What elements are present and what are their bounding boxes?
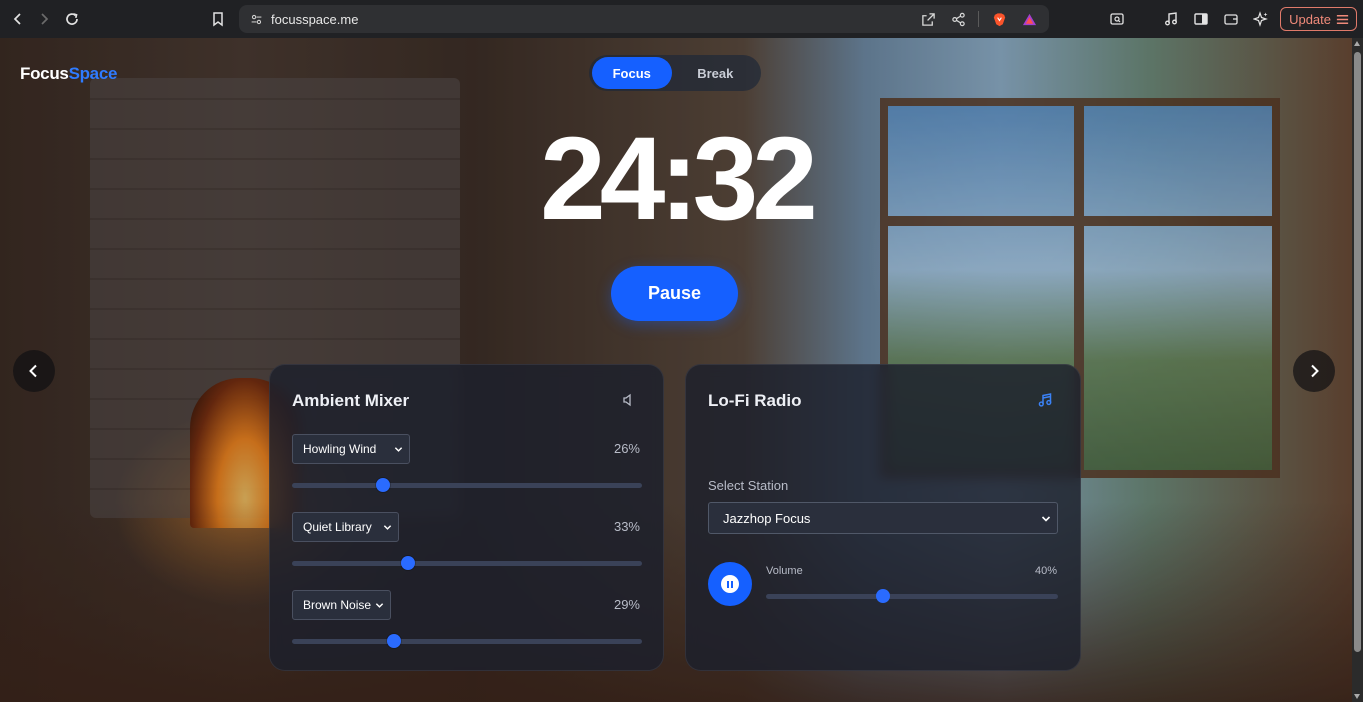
pause-button[interactable]: Pause — [611, 266, 738, 321]
brave-rewards-button[interactable] — [1019, 9, 1039, 29]
focus-mode-button[interactable]: Focus — [592, 57, 672, 89]
back-button[interactable] — [5, 6, 31, 32]
previous-scene-button[interactable] — [13, 350, 55, 392]
chevron-right-icon — [1311, 364, 1319, 378]
open-external-button[interactable] — [918, 9, 938, 29]
site-settings-icon[interactable] — [249, 12, 263, 26]
ambient-mixer-card: Ambient Mixer Howling Wind 26% Quiet Lib… — [269, 364, 664, 671]
channel-1-volume-value: 26% — [613, 441, 640, 456]
url-text: focusspace.me — [271, 11, 359, 27]
chevron-left-icon — [29, 364, 37, 378]
sound-select-2[interactable]: Quiet Library — [292, 512, 399, 542]
reload-button[interactable] — [59, 6, 85, 32]
mute-ambient-button[interactable] — [619, 391, 637, 409]
hamburger-menu-icon — [1336, 14, 1349, 24]
chevron-down-icon — [375, 603, 384, 608]
sidebar-icon — [1194, 13, 1208, 25]
share-icon — [951, 12, 965, 26]
channel-2-slider-thumb[interactable] — [400, 556, 415, 570]
sound-select-1-value: Howling Wind — [303, 442, 377, 456]
radio-volume-slider-thumb[interactable] — [875, 589, 890, 603]
share-button[interactable] — [948, 9, 968, 29]
lofi-radio-card: Lo-Fi Radio Select Station Jazzhop Focus… — [685, 364, 1081, 671]
timer-display: 24:32 — [540, 113, 818, 245]
brave-lion-icon — [993, 12, 1005, 26]
external-link-icon — [921, 12, 935, 26]
url-divider — [978, 11, 979, 27]
radio-volume-label: Volume — [766, 565, 803, 577]
speaker-icon — [623, 393, 631, 407]
logo-text-focus: Focus — [20, 64, 69, 83]
next-scene-button[interactable] — [1293, 350, 1335, 392]
media-button[interactable] — [1160, 8, 1182, 30]
address-bar[interactable]: focusspace.me — [239, 5, 1049, 33]
radio-music-indicator — [1036, 391, 1054, 409]
wallet-icon — [1224, 14, 1238, 25]
forward-button[interactable] — [31, 6, 57, 32]
ambient-mixer-title: Ambient Mixer — [292, 391, 410, 410]
sparkle-icon — [1253, 11, 1268, 27]
scroll-up-arrow-icon[interactable] — [1354, 41, 1360, 46]
radio-pause-button[interactable] — [708, 562, 752, 606]
chevron-down-icon — [1041, 516, 1051, 522]
leo-ai-button[interactable] — [1250, 8, 1272, 30]
channel-3-slider-thumb[interactable] — [386, 634, 401, 648]
scroll-down-arrow-icon[interactable] — [1354, 694, 1360, 699]
update-menu-button[interactable]: Update — [1280, 7, 1357, 31]
sound-select-2-value: Quiet Library — [303, 520, 372, 534]
channel-2-volume-value: 33% — [613, 519, 640, 534]
music-note-icon — [1038, 393, 1052, 407]
music-icon — [1165, 12, 1178, 26]
radio-volume-slider[interactable] — [766, 589, 1058, 603]
sound-select-3-value: Brown Noise — [303, 598, 372, 612]
channel-1-slider-thumb[interactable] — [376, 478, 390, 492]
reader-mode-icon — [1110, 13, 1124, 25]
rewards-triangle-icon — [1022, 13, 1036, 25]
station-select-value: Jazzhop Focus — [723, 510, 811, 526]
app-logo[interactable]: FocusSpace — [20, 64, 117, 84]
station-label: Select Station — [708, 478, 789, 493]
pause-icon — [721, 575, 739, 593]
arrow-left-icon — [13, 13, 21, 25]
browser-toolbar: focusspace.me Update — [0, 0, 1363, 38]
channel-3-volume-slider[interactable] — [292, 634, 642, 648]
arrow-right-icon — [41, 13, 49, 25]
sound-select-1[interactable]: Howling Wind — [292, 434, 410, 464]
channel-1-volume-slider[interactable] — [292, 478, 642, 492]
bookmark-button[interactable] — [205, 6, 231, 32]
chevron-down-icon — [394, 447, 403, 452]
station-select[interactable]: Jazzhop Focus — [708, 502, 1058, 534]
lofi-radio-title: Lo-Fi Radio — [708, 391, 802, 410]
channel-2-volume-slider[interactable] — [292, 556, 642, 570]
bookmark-icon — [213, 12, 223, 27]
mode-toggle: Focus Break — [589, 55, 761, 91]
sound-select-3[interactable]: Brown Noise — [292, 590, 391, 620]
reload-icon — [66, 13, 78, 25]
page-viewport: FocusSpace Focus Break 24:32 Pause Ambie… — [0, 38, 1352, 702]
brave-shields-button[interactable] — [989, 9, 1009, 29]
reader-mode-button[interactable] — [1106, 8, 1128, 30]
break-mode-button[interactable]: Break — [672, 57, 759, 89]
sidebar-button[interactable] — [1190, 8, 1212, 30]
page-scrollbar[interactable] — [1352, 38, 1363, 702]
channel-3-volume-value: 29% — [613, 597, 640, 612]
update-label: Update — [1289, 11, 1331, 27]
scrollbar-thumb[interactable] — [1354, 52, 1361, 652]
chevron-down-icon — [383, 525, 392, 530]
radio-volume-value: 40% — [1034, 565, 1057, 577]
logo-text-space: Space — [68, 64, 118, 83]
wallet-button[interactable] — [1220, 8, 1242, 30]
